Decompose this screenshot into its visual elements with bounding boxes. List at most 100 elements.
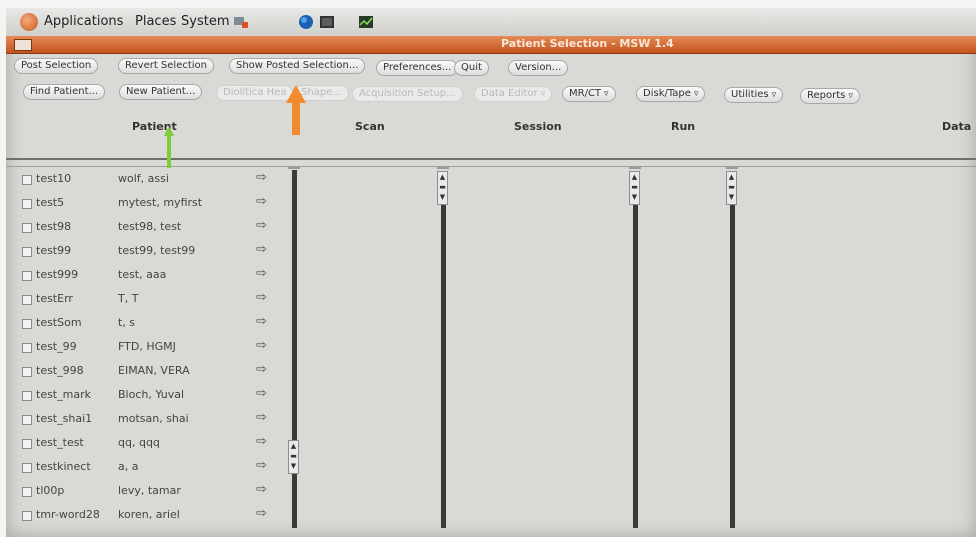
patient-row[interactable]: test_test qq, qqq ⇨	[6, 434, 286, 458]
gnome-foot-icon[interactable]	[20, 13, 38, 31]
preferences-button[interactable]: Preferences...	[376, 60, 459, 76]
revert-selection-button[interactable]: Revert Selection	[118, 58, 215, 74]
patient-row[interactable]: test98 test98, test ⇨	[6, 218, 286, 242]
patient-id: test_99	[36, 340, 77, 353]
window-menu-icon[interactable]	[14, 39, 32, 51]
arrow-right-icon[interactable]: ⇨	[256, 362, 267, 377]
row-checkbox[interactable]	[22, 511, 32, 521]
patient-row[interactable]: test_mark Bloch, Yuval ⇨	[6, 386, 286, 410]
patient-row[interactable]: testSom t, s ⇨	[6, 314, 286, 338]
patient-id: tmr-word28	[36, 508, 100, 521]
row-checkbox[interactable]	[22, 199, 32, 209]
acquisition-setup-button[interactable]: Acquisition Setup...	[352, 86, 463, 102]
patient-name: qq, qqq	[118, 436, 160, 449]
session-scrollbar[interactable]	[633, 203, 638, 528]
row-checkbox[interactable]	[22, 463, 32, 473]
session-scroll-top-cap	[629, 166, 641, 169]
browser-globe-icon[interactable]	[298, 14, 314, 30]
run-scroll-arrows[interactable]: ▲ ▬ ▼	[726, 171, 737, 205]
arrow-right-icon[interactable]: ⇨	[256, 338, 267, 353]
post-selection-button[interactable]: Post Selection	[14, 58, 99, 74]
arrow-right-icon[interactable]: ⇨	[256, 458, 267, 473]
patient-id: tl00p	[36, 484, 65, 497]
places-menu[interactable]: Places	[135, 14, 176, 29]
diolitica-button[interactable]: Diolitica Hea	[216, 85, 294, 101]
patient-row[interactable]: tl00p levy, tamar ⇨	[6, 482, 286, 506]
patient-scroll-arrows[interactable]: ▲ ▬ ▼	[288, 440, 299, 474]
arrow-right-icon[interactable]: ⇨	[256, 170, 267, 185]
row-checkbox[interactable]	[22, 343, 32, 353]
arrow-right-icon[interactable]: ⇨	[256, 482, 267, 497]
mrct-menu-button[interactable]: MR/CT ▿	[562, 86, 616, 102]
utilities-menu-button[interactable]: Utilities ▿	[724, 87, 784, 103]
patient-name: test, aaa	[118, 268, 167, 281]
row-checkbox[interactable]	[22, 247, 32, 257]
patient-row[interactable]: tmr-word28 koren, ariel ⇨	[6, 506, 286, 530]
reports-menu-button[interactable]: Reports ▿	[800, 88, 860, 104]
arrow-right-icon[interactable]: ⇨	[256, 386, 267, 401]
patient-id: test98	[36, 220, 72, 233]
patient-name: test98, test	[118, 220, 182, 233]
scan-scroll-arrows[interactable]: ▲ ▬ ▼	[437, 171, 448, 205]
patient-row[interactable]: test_99 FTD, HGMJ ⇨	[6, 338, 286, 362]
row-checkbox[interactable]	[22, 319, 32, 329]
system-menu[interactable]: System	[181, 14, 229, 29]
patient-scrollbar[interactable]	[292, 170, 297, 528]
run-scrollbar[interactable]	[730, 203, 735, 528]
session-scroll-arrows[interactable]: ▲ ▬ ▼	[629, 171, 640, 205]
patient-id: test5	[36, 196, 65, 209]
quit-button[interactable]: Quit	[454, 60, 489, 76]
green-annotation-arrow-icon	[164, 126, 174, 168]
arrow-right-icon[interactable]: ⇨	[256, 290, 267, 305]
row-checkbox[interactable]	[22, 223, 32, 233]
arrow-right-icon[interactable]: ⇨	[256, 194, 267, 209]
applications-menu[interactable]: Applications	[44, 14, 123, 29]
patient-id: testkinect	[36, 460, 91, 473]
patient-name: mytest, myfirst	[118, 196, 203, 209]
arrow-right-icon[interactable]: ⇨	[256, 434, 267, 449]
find-patient-button[interactable]: Find Patient...	[23, 84, 106, 100]
row-checkbox[interactable]	[22, 391, 32, 401]
arrow-right-icon[interactable]: ⇨	[256, 506, 267, 521]
patient-row[interactable]: test_998 EIMAN, VERA ⇨	[6, 362, 286, 386]
data-editor-label: Data Editor	[481, 88, 538, 99]
row-checkbox[interactable]	[22, 415, 32, 425]
patient-id: test99	[36, 244, 72, 257]
patient-name: EIMAN, VERA	[118, 364, 190, 377]
scan-scrollbar[interactable]	[441, 203, 446, 528]
patient-row[interactable]: test99 test99, test99 ⇨	[6, 242, 286, 266]
show-posted-selection-button[interactable]: Show Posted Selection...	[229, 58, 366, 74]
header-separator	[6, 158, 976, 167]
row-checkbox[interactable]	[22, 487, 32, 497]
orange-annotation-arrow-icon	[286, 85, 306, 135]
disk-tape-menu-button[interactable]: Disk/Tape ▿	[636, 86, 706, 102]
version-button[interactable]: Version...	[508, 60, 569, 76]
row-checkbox[interactable]	[22, 367, 32, 377]
row-checkbox[interactable]	[22, 439, 32, 449]
patient-row[interactable]: test_shai1 motsan, shai ⇨	[6, 410, 286, 434]
patient-row[interactable]: testkinect a, a ⇨	[6, 458, 286, 482]
terminal-icon[interactable]	[319, 14, 335, 30]
patient-id: test10	[36, 172, 72, 185]
utilities-label: Utilities	[731, 89, 769, 100]
patient-row[interactable]: testErr T, T ⇨	[6, 290, 286, 314]
row-checkbox[interactable]	[22, 175, 32, 185]
row-checkbox[interactable]	[22, 271, 32, 281]
patient-row[interactable]: test10 wolf, assi ⇨	[6, 170, 286, 194]
arrow-right-icon[interactable]: ⇨	[256, 314, 267, 329]
system-monitor-icon[interactable]	[358, 14, 374, 30]
patient-row[interactable]: test5 mytest, myfirst ⇨	[6, 194, 286, 218]
arrow-right-icon[interactable]: ⇨	[256, 410, 267, 425]
new-patient-button[interactable]: New Patient...	[119, 84, 203, 100]
patient-name: motsan, shai	[118, 412, 189, 425]
network-applet-icon[interactable]	[232, 14, 248, 30]
arrow-right-icon[interactable]: ⇨	[256, 242, 267, 257]
row-checkbox[interactable]	[22, 295, 32, 305]
arrow-right-icon[interactable]: ⇨	[256, 266, 267, 281]
arrow-right-icon[interactable]: ⇨	[256, 218, 267, 233]
window-title: Patient Selection - MSW 1.4	[501, 37, 674, 50]
patient-row[interactable]: test999 test, aaa ⇨	[6, 266, 286, 290]
screen: Applications Places System Patient Selec…	[6, 8, 976, 537]
data-editor-button[interactable]: Data Editor ▿	[474, 86, 553, 102]
patient-id: testErr	[36, 292, 73, 305]
